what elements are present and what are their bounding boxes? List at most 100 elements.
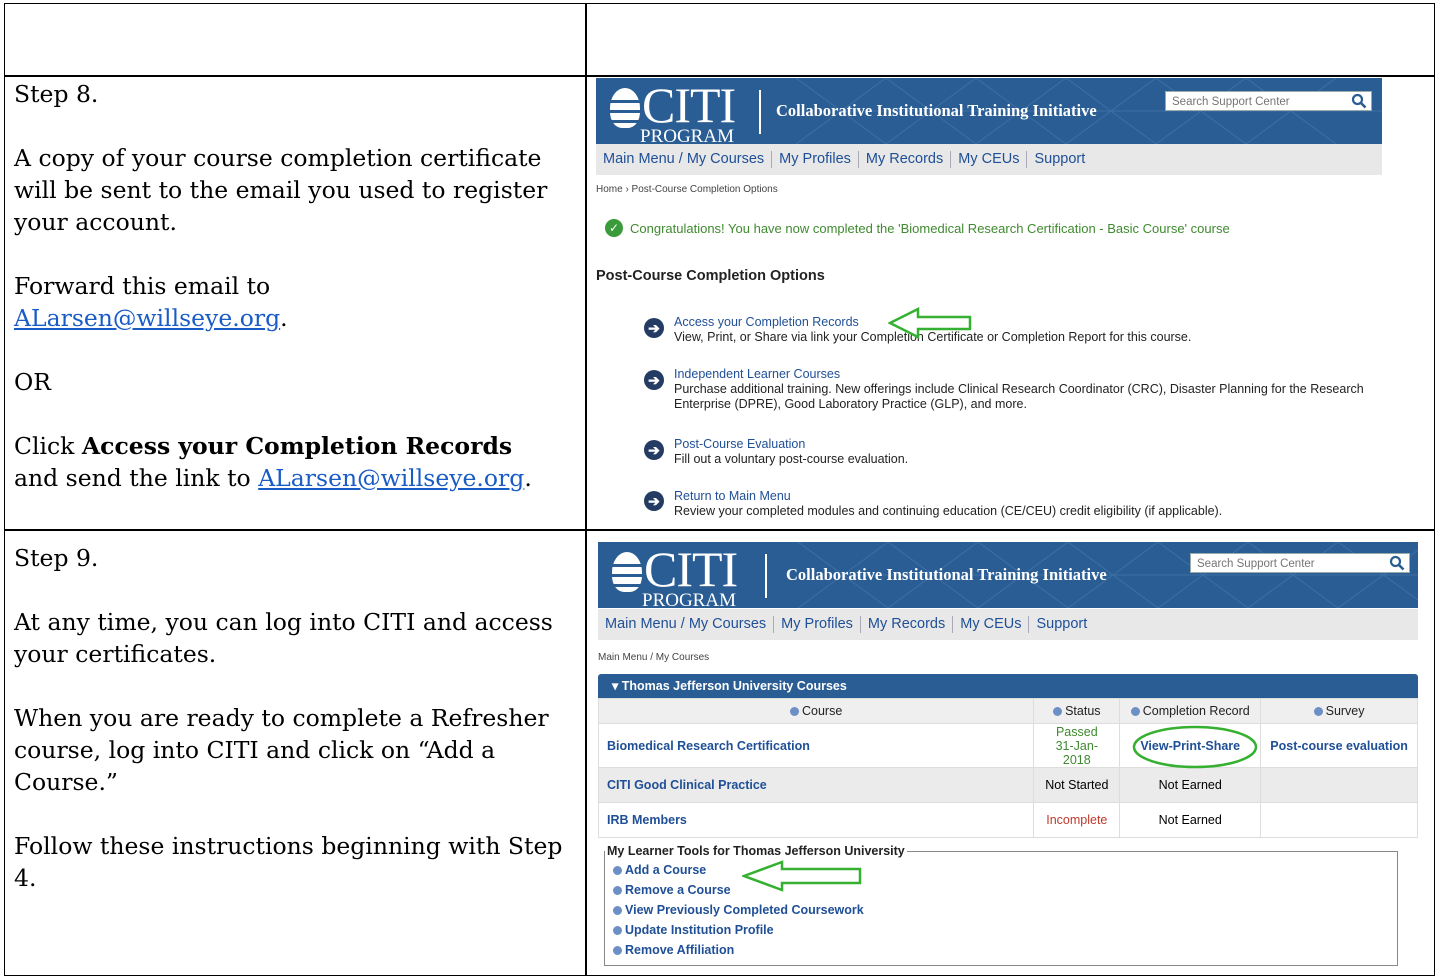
nav-my-ceus[interactable]: My CEUs — [953, 616, 1030, 633]
banner-separator — [765, 554, 767, 598]
screenshot-step9: CITI PROGRAM Collaborative Institutional… — [597, 542, 1418, 974]
step8-para3-period: . — [524, 464, 532, 492]
help-icon[interactable] — [1130, 707, 1140, 716]
step9-para1: At any time, you can log into CITI and a… — [14, 608, 553, 668]
header-text: Completion Record — [1142, 704, 1250, 718]
help-icon — [613, 946, 622, 955]
table-row: IRB Members Incomplete Not Earned — [597, 802, 1418, 838]
option-desc: Review your completed modules and contin… — [674, 504, 1223, 518]
column-header-survey: Survey — [1260, 698, 1418, 724]
row-divider — [5, 529, 1434, 531]
congrats-text: Congratulations! You have now completed … — [630, 220, 1230, 236]
search-icon[interactable] — [1389, 555, 1405, 571]
tool-update-profile[interactable]: Update Institution Profile — [605, 920, 1397, 940]
banner-separator — [759, 90, 761, 134]
banner-tagline: Collaborative Institutional Training Ini… — [786, 565, 1107, 584]
main-nav: Main Menu / My Courses My Profiles My Re… — [596, 144, 1382, 175]
section-header[interactable]: ▾ Thomas Jefferson University Courses — [598, 674, 1418, 698]
step8-para3: Click Access your Completion Records and … — [14, 430, 574, 494]
options-heading: Post-Course Completion Options — [596, 268, 825, 284]
course-status: Not Started — [1033, 767, 1121, 803]
nav-main-menu[interactable]: Main Menu / My Courses — [598, 616, 775, 633]
nav-my-profiles[interactable]: My Profiles — [774, 616, 861, 633]
arrow-right-icon[interactable]: ➔ — [644, 440, 664, 460]
nav-support[interactable]: Support — [1029, 616, 1094, 633]
header-text: Status — [1065, 704, 1101, 718]
arrow-right-icon[interactable]: ➔ — [644, 491, 664, 511]
citi-logo[interactable]: CITI PROGRAM — [610, 80, 736, 144]
courses-table: Course Status Completion Record Survey B… — [597, 698, 1418, 838]
course-status: Passed 31-Jan-2018 — [1033, 723, 1121, 768]
tool-remove-course[interactable]: Remove a Course — [605, 880, 1397, 900]
step9-para2: When you are ready to complete a Refresh… — [14, 704, 549, 796]
record-status: Not Earned — [1119, 802, 1262, 838]
arrow-right-icon[interactable]: ➔ — [644, 318, 664, 338]
step8-or: OR — [14, 368, 51, 396]
nav-my-ceus[interactable]: My CEUs — [951, 151, 1028, 168]
help-icon[interactable] — [1053, 707, 1063, 716]
learner-tools: My Learner Tools for Thomas Jefferson Un… — [604, 844, 1398, 966]
option-desc: Fill out a voluntary post-course evaluat… — [674, 452, 909, 466]
tool-label[interactable]: Remove a Course — [625, 883, 731, 897]
breadcrumb[interactable]: Home › Post-Course Completion Options — [596, 184, 778, 195]
search-input[interactable] — [1166, 92, 1338, 112]
citi-banner: CITI PROGRAM Collaborative Institutional… — [596, 78, 1382, 144]
help-icon[interactable] — [1313, 707, 1323, 716]
option-title[interactable]: Independent Learner Courses — [674, 367, 1374, 382]
header-text: Survey — [1325, 704, 1365, 718]
search-box[interactable] — [1165, 91, 1372, 112]
logo-subtext: PROGRAM — [640, 126, 734, 144]
breadcrumb[interactable]: Main Menu / My Courses — [598, 652, 709, 663]
option-desc: View, Print, or Share via link your Comp… — [674, 330, 1192, 344]
arrow-right-icon[interactable]: ➔ — [644, 370, 664, 390]
help-icon — [613, 866, 622, 875]
status-date: 31-Jan-2018 — [1055, 738, 1098, 767]
course-status: Incomplete — [1033, 802, 1121, 838]
search-icon[interactable] — [1351, 93, 1367, 109]
green-arrow-annotation — [888, 307, 972, 339]
column-header-course: Course — [597, 698, 1035, 724]
globe-icon — [612, 552, 642, 592]
option-title[interactable]: Post-Course Evaluation — [674, 437, 1374, 452]
option-main-menu: Return to Main Menu Review your complete… — [674, 489, 1374, 519]
course-name[interactable]: CITI Good Clinical Practice — [597, 767, 1035, 803]
table-row: Biomedical Research Certification Passed… — [597, 723, 1418, 768]
tool-label[interactable]: Remove Affiliation — [625, 943, 734, 957]
nav-support[interactable]: Support — [1027, 151, 1092, 168]
header-text: Course — [802, 704, 843, 718]
email-link[interactable]: ALarsen@willseye.org — [14, 304, 280, 332]
column-header-status: Status — [1033, 698, 1121, 724]
help-icon[interactable] — [790, 707, 799, 716]
search-input[interactable] — [1191, 554, 1363, 574]
tool-remove-affiliation[interactable]: Remove Affiliation — [605, 940, 1397, 960]
tool-label[interactable]: View Previously Completed Coursework — [625, 903, 864, 917]
nav-my-profiles[interactable]: My Profiles — [772, 151, 859, 168]
tool-label[interactable]: Add a Course — [625, 863, 706, 877]
banner-tagline: Collaborative Institutional Training Ini… — [776, 101, 1097, 120]
course-name[interactable]: IRB Members — [597, 802, 1035, 838]
search-box[interactable] — [1190, 553, 1410, 574]
nav-my-records[interactable]: My Records — [861, 616, 954, 633]
step9-text: Step 9. At any time, you can log into CI… — [14, 542, 574, 894]
table-row: CITI Good Clinical Practice Not Started … — [597, 767, 1418, 803]
citi-banner: CITI PROGRAM Collaborative Institutional… — [598, 542, 1418, 608]
main-nav: Main Menu / My Courses My Profiles My Re… — [598, 609, 1418, 640]
step9-title: Step 9. — [14, 544, 99, 572]
tool-add-course[interactable]: Add a Course — [605, 860, 1397, 880]
tool-view-completed[interactable]: View Previously Completed Coursework — [605, 900, 1397, 920]
option-title[interactable]: Return to Main Menu — [674, 489, 1374, 504]
email-link-2[interactable]: ALarsen@willseye.org — [258, 464, 524, 492]
column-divider — [585, 4, 587, 975]
screenshot-step8: CITI PROGRAM Collaborative Institutional… — [596, 78, 1382, 524]
course-name[interactable]: Biomedical Research Certification — [597, 723, 1035, 768]
step8-text: Step 8. A copy of your course completion… — [14, 78, 574, 494]
nav-my-records[interactable]: My Records — [859, 151, 952, 168]
survey-link[interactable]: Post-course evaluation — [1260, 723, 1418, 768]
option-title[interactable]: Access your Completion Records — [674, 315, 1374, 330]
column-header-record: Completion Record — [1119, 698, 1262, 724]
citi-logo[interactable]: CITI PROGRAM — [612, 544, 738, 608]
check-circle-icon: ✓ — [605, 219, 623, 237]
tool-label[interactable]: Update Institution Profile — [625, 923, 774, 937]
nav-main-menu[interactable]: Main Menu / My Courses — [596, 151, 773, 168]
survey-cell — [1260, 802, 1418, 838]
